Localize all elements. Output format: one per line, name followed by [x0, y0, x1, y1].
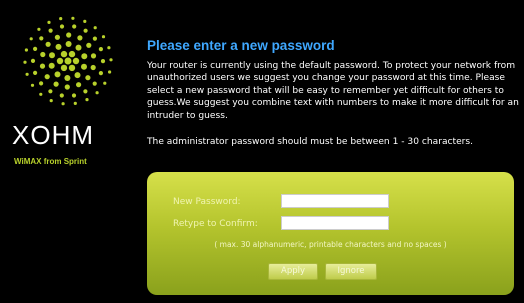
new-password-input[interactable] — [281, 194, 389, 208]
logo-dot — [81, 63, 87, 70]
logo-dot — [90, 53, 97, 59]
brand-name: XOHM — [12, 120, 94, 150]
logo-dot — [101, 35, 106, 39]
logo-dot — [25, 72, 29, 76]
logo-dot — [64, 57, 72, 65]
logo-dot — [64, 75, 71, 81]
logo-dot — [92, 81, 97, 86]
logo-dot — [109, 58, 113, 62]
ignore-button[interactable]: Ignore — [325, 263, 377, 280]
confirm-password-label: Retype to Confirm: — [173, 219, 258, 229]
logo-dot — [54, 34, 61, 40]
logo-dot — [60, 64, 68, 72]
logo-dot — [37, 27, 41, 31]
logo-dot — [77, 35, 83, 41]
confirm-password-row: Retype to Confirm: — [147, 216, 514, 236]
logo-dot — [65, 41, 72, 47]
logo-dot — [83, 89, 88, 94]
logo-dot — [33, 46, 38, 51]
logo-dot — [68, 50, 76, 58]
logo-dot — [61, 102, 65, 106]
logo-dot — [83, 19, 87, 23]
logo-dot — [68, 64, 76, 72]
password-form-panel: New Password: Retype to Confirm: ( max. … — [147, 172, 514, 295]
logo-dot — [23, 60, 27, 64]
logo-dot — [29, 37, 33, 41]
logo-dot — [45, 41, 51, 47]
logo-dot — [93, 26, 97, 30]
logo-dot — [47, 20, 51, 24]
main-content: Please enter a new password Your router … — [147, 38, 519, 147]
logo-dot — [48, 28, 53, 33]
logo-dot — [92, 36, 97, 41]
logo-dot — [71, 93, 77, 98]
logo-dot — [71, 16, 75, 20]
logo-dot — [72, 24, 77, 29]
logo-dot — [103, 81, 107, 85]
description-text: Your router is currently using the defau… — [147, 61, 519, 121]
logo-dot — [55, 43, 62, 50]
logo-dot — [90, 64, 96, 71]
logo-dot — [76, 82, 82, 88]
new-password-label: New Password: — [173, 197, 241, 207]
xohm-logo: XOHM WiMAX from Sprint — [0, 0, 132, 303]
logo-dot — [30, 83, 35, 87]
logo-dot — [83, 28, 88, 33]
logo-dot — [85, 98, 89, 102]
logo-dot — [95, 91, 99, 95]
logo-dot — [40, 51, 46, 58]
logo-dot — [33, 70, 38, 75]
logo-dot — [30, 58, 36, 64]
apply-button[interactable]: Apply — [268, 263, 318, 280]
logo-dot — [59, 24, 65, 29]
logo-dot — [53, 81, 59, 87]
password-length-note: The administrator password should must b… — [147, 137, 474, 148]
logo-dot — [39, 36, 44, 41]
logo-dot — [54, 71, 61, 78]
logo-dot — [85, 75, 91, 81]
logo-dot — [39, 81, 44, 86]
logo-dot — [64, 84, 70, 90]
logo-dot — [48, 89, 53, 94]
logo-dot — [56, 57, 64, 65]
logo-dot — [48, 62, 55, 69]
logo-dot — [24, 48, 28, 52]
logo-dot — [100, 59, 106, 64]
brand-tagline: WiMAX from Sprint — [14, 157, 87, 166]
logo-dot — [81, 53, 88, 60]
logo-dot — [107, 46, 111, 50]
page-title: Please enter a new password — [147, 38, 335, 53]
logo-dot — [59, 93, 64, 98]
logo-dot — [66, 32, 72, 38]
logo-dot — [108, 70, 112, 74]
starburst-dots-icon — [23, 16, 113, 106]
logo-dot — [98, 71, 103, 76]
logo-dot — [74, 72, 81, 79]
logo-dot — [44, 74, 50, 80]
new-password-row: New Password: — [147, 194, 514, 214]
logo-dot — [39, 63, 46, 69]
logo-dot — [39, 92, 43, 96]
logo-dot — [98, 47, 103, 52]
logo-dot — [72, 57, 80, 65]
logo-dot — [73, 101, 77, 105]
logo-dot — [60, 50, 68, 58]
logo-dot — [49, 52, 55, 59]
logo-dot — [75, 44, 82, 51]
confirm-password-input[interactable] — [281, 216, 389, 230]
logo-dot — [86, 42, 92, 48]
logo-dot — [59, 17, 63, 21]
logo-dot — [49, 99, 53, 103]
password-hint: ( max. 30 alphanumeric, printable charac… — [214, 240, 447, 249]
